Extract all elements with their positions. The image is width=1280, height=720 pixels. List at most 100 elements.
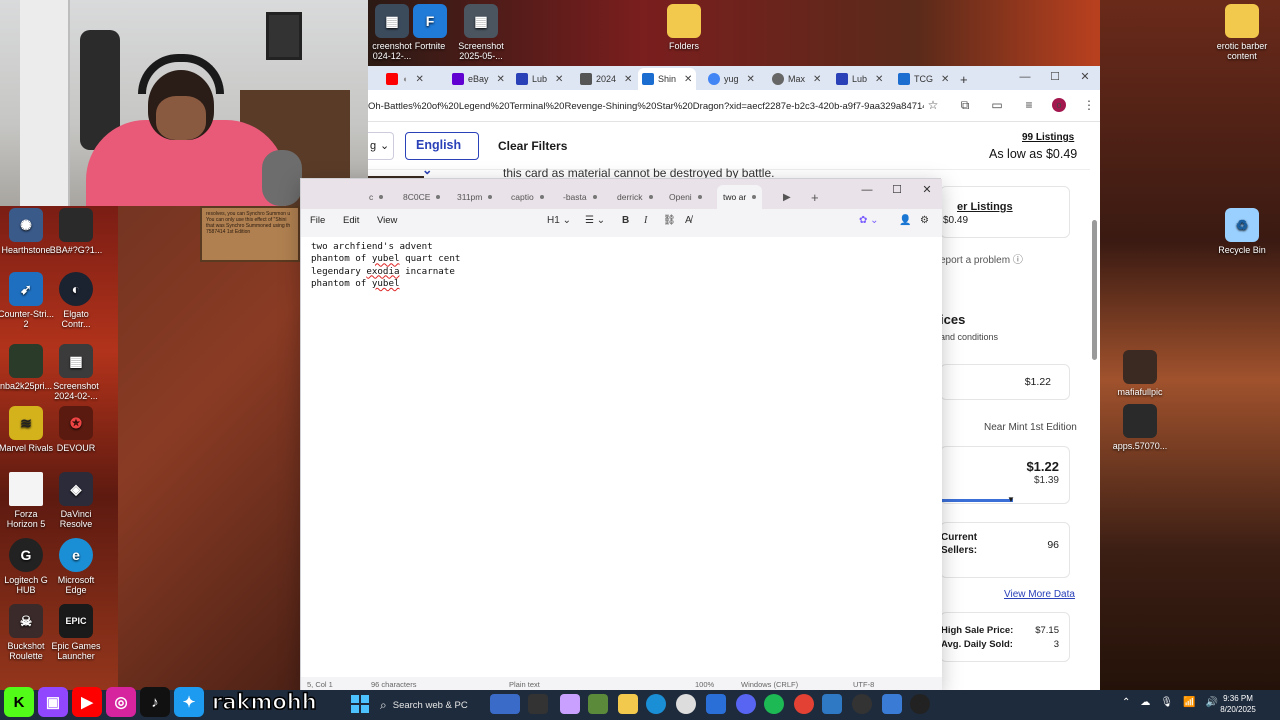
network-icon[interactable]: ☁ [1140,697,1150,708]
browser-scrollbar[interactable] [1091,130,1099,680]
menu-edit[interactable]: Edit [343,215,359,226]
desktop-icon-mafiafullpic[interactable]: mafiafullpic [1110,350,1170,397]
desktop-icon-devour[interactable]: ✪ DEVOUR [46,406,106,453]
browser-tab-tcg[interactable]: TCG ✕ [894,68,953,90]
extensions-icon[interactable]: ⧉ [956,96,974,114]
media-controls-icon[interactable]: ≡ [1020,96,1038,114]
spelling-error[interactable]: yubel [372,278,400,289]
desktop-icon-edge[interactable]: e Microsoft Edge [46,538,106,595]
zoom-level[interactable]: 100% [695,680,714,689]
heading-dropdown[interactable]: H1 ⌄ [547,215,571,226]
obs-icon[interactable] [910,694,930,714]
minimize-icon[interactable]: — [852,179,882,201]
scrollbar-thumb[interactable] [1092,220,1097,360]
close-icon[interactable]: ✕ [415,74,423,85]
desktop-icon-erotic-barber[interactable]: erotic barber content [1212,4,1272,61]
new-tab-button[interactable]: + [956,68,972,90]
wifi-icon[interactable]: 📶 [1183,697,1195,708]
bookmark-star-icon[interactable]: ☆ [924,96,942,114]
close-icon[interactable]: ✕ [555,74,563,85]
encoding[interactable]: UTF-8 [853,680,874,689]
close-icon[interactable]: ✕ [624,74,632,85]
clear-formatting-button[interactable]: A̸ [685,215,692,226]
desktop-icon-folders[interactable]: Folders [654,4,714,51]
close-icon[interactable]: ✕ [684,74,692,85]
browser-tab-lub-1[interactable]: Lub ✕ [512,68,567,90]
desktop-icon-epic[interactable]: EPIC Epic Games Launcher [46,604,106,661]
close-window-icon[interactable]: ✕ [912,179,942,201]
profile-avatar-icon[interactable]: o [1052,98,1066,112]
steam-icon[interactable] [852,694,872,714]
new-notepad-tab-button[interactable]: + [805,185,825,209]
desktop-icon-image[interactable]: BBA#?G?1... [46,208,106,255]
notepad-tab-3[interactable]: captio [505,185,550,209]
split-screen-icon[interactable]: ▭ [988,96,1006,114]
close-icon[interactable]: ✕ [497,74,505,85]
menu-view[interactable]: View [377,215,397,226]
close-icon[interactable]: ✕ [875,74,883,85]
language-filter-button[interactable]: English ⌄ [405,132,479,177]
desktop-icon-elgato[interactable]: ◐ Elgato Contr... [46,272,106,329]
seller-listings-link[interactable]: er Listings [957,201,1013,213]
close-icon[interactable]: ✕ [813,74,821,85]
spotify-icon[interactable] [764,694,784,714]
close-icon[interactable]: ✕ [941,74,949,85]
view-more-data-link[interactable]: View More Data [1004,589,1075,600]
dell-icon[interactable] [676,694,696,714]
tab-scroll-right-button[interactable]: ▶ [777,185,797,209]
report-problem-link[interactable]: eport a problem ⓘ [940,251,1023,266]
browser-tab-2024[interactable]: 2024 ✕ [576,68,636,90]
browser-tab-lub-2[interactable]: Lub ✕ [832,68,887,90]
browser-tab-shining[interactable]: Shin ✕ [638,68,697,90]
browser-tab-max[interactable]: Max ✕ [768,68,825,90]
close-icon[interactable]: ✕ [747,74,755,85]
notepad-tab-active[interactable]: two ar [717,185,763,209]
browser-tab-google[interactable]: yug ✕ [704,68,759,90]
notepad-tab-0[interactable]: c [363,185,389,209]
task-view-icon[interactable] [528,694,548,714]
italic-button[interactable]: I [644,215,647,226]
desktop-icon-davinci[interactable]: ◈ DaVinci Resolve [46,472,106,529]
list-dropdown[interactable]: ☰ ⌄ [585,215,605,226]
spelling-error[interactable]: exodia [366,266,399,277]
close-window-icon[interactable]: ✕ [1070,66,1100,90]
maximize-icon[interactable]: ☐ [1040,66,1070,90]
browser-tab-youtube[interactable]: ◖ ✕ [382,68,428,90]
menu-icon[interactable]: ⋮ [1080,96,1098,114]
snipping-tool-icon[interactable] [882,694,902,714]
notepad-tab-2[interactable]: 311pm [451,185,498,209]
listings-count-link[interactable]: 99 Listings [1022,132,1074,143]
minecraft-icon[interactable] [588,694,608,714]
widgets-icon[interactable] [490,694,520,714]
edge-taskbar-icon[interactable] [646,694,666,714]
browser-tab-ebay[interactable]: eBay ✕ [448,68,509,90]
chrome-icon[interactable] [794,694,814,714]
file-explorer-icon[interactable] [618,694,638,714]
text-format[interactable]: Plain text [509,680,540,689]
account-button[interactable]: 👤 [899,215,911,226]
copilot-taskbar-icon[interactable] [560,694,580,714]
menu-file[interactable]: File [310,215,325,226]
notepad-tab-1[interactable]: 8C0CE [397,185,446,209]
desktop-icon-recycle-bin[interactable]: ♻ Recycle Bin [1212,208,1272,255]
start-button[interactable] [350,694,370,714]
bold-button[interactable]: B [622,215,629,226]
notepad-taskbar-icon[interactable] [822,694,842,714]
notepad-tab-6[interactable]: Openi [663,185,708,209]
clear-filters-button[interactable]: Clear Filters [498,132,567,160]
store-icon[interactable] [706,694,726,714]
microphone-icon[interactable]: 🎙 [1160,697,1173,708]
desktop-icon-apps[interactable]: apps.57070... [1110,404,1170,451]
line-ending[interactable]: Windows (CRLF) [741,680,798,689]
desktop-icon-screenshot-2[interactable]: ▦ Screenshot 2025-05-... [451,4,511,61]
copilot-button[interactable]: ✿ ⌄ [859,215,879,226]
spelling-error[interactable]: yubel [372,253,400,264]
notepad-editor[interactable]: two archfiend's advent phantom of yubel … [301,237,942,677]
maximize-icon[interactable]: ☐ [882,179,912,201]
desktop-icon-screenshot-3[interactable]: ▦ Screenshot 2024-02-... [46,344,106,401]
chevron-up-icon[interactable]: ⌃ [1122,697,1130,708]
url-field[interactable]: Oh-Battles%20of%20Legend%20Terminal%20Re… [368,96,924,118]
link-button[interactable]: ⛓ [663,215,676,226]
settings-button[interactable]: ⚙ [920,215,929,226]
notepad-tab-4[interactable]: -basta [557,185,603,209]
